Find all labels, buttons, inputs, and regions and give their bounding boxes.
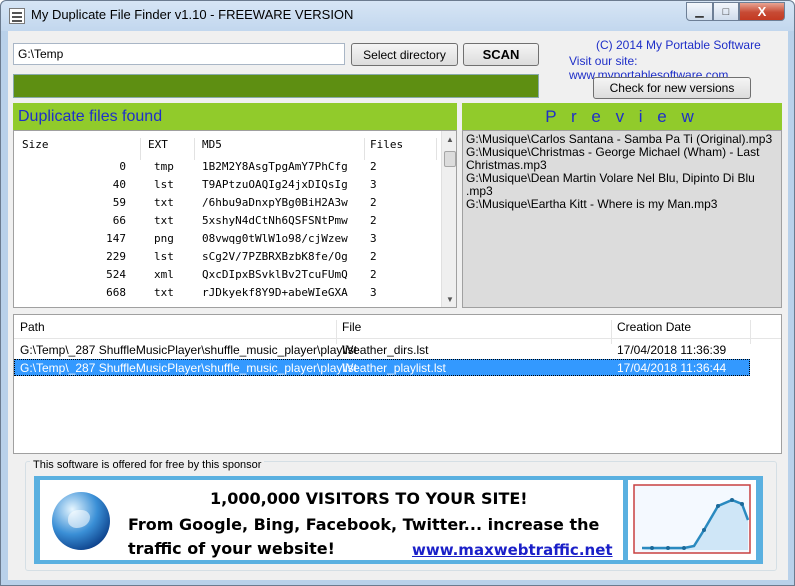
files-list[interactable]: Path File Creation Date G:\Temp\_287 Shu… [13,314,782,454]
maximize-button[interactable]: □ [713,2,739,21]
duplicate-row[interactable]: 524 xml QxcDIpxBSvklBv2TcuFUmQ 2 [14,266,440,284]
column-file[interactable]: File [342,320,361,334]
close-button[interactable]: X [739,2,785,21]
column-creation-date[interactable]: Creation Date [617,320,691,334]
preview-header: P r e v i e w [462,103,782,130]
preview-line: G:\Musique\Christmas - George Michael (W… [466,145,760,172]
window-title: My Duplicate File Finder v1.10 - FREEWAR… [31,7,354,22]
banner-text-2: traffic of your website! [128,539,335,558]
check-versions-button[interactable]: Check for new versions [593,77,751,99]
duplicates-header: Duplicate files found [13,103,457,130]
traffic-chart-icon [628,480,756,560]
banner-content: 1,000,000 VISITORS TO YOUR SITE! From Go… [40,480,623,560]
files-list-header: Path File Creation Date [14,315,781,344]
scroll-down-icon[interactable]: ▼ [442,291,456,307]
duplicate-row[interactable]: 147 png 08vwqg0tWlW1o98/cjWzew 3 [14,230,440,248]
banner-text: From Google, Bing, Facebook, Twitter... … [128,515,600,534]
copyright-text: (C) 2014 My Portable Software [596,38,761,52]
globe-icon [52,492,110,550]
duplicate-row[interactable]: 229 lst sCg2V/7PZBRXBzbK8fe/Og 2 [14,248,440,266]
preview-line: G:\Musique\Dean Martin Volare Nel Blu, D… [466,171,755,198]
app-window: My Duplicate File Finder v1.10 - FREEWAR… [0,0,795,586]
duplicate-row[interactable]: 66 txt 5xshyN4dCtNh6QSFSNtPmw 2 [14,212,440,230]
client-area: Select directory SCAN (C) 2014 My Portab… [8,31,788,580]
select-directory-button[interactable]: Select directory [351,43,458,66]
duplicate-row[interactable]: 0 tmp 1B2M2Y8AsgTpgAmY7PhCfg 2 [14,158,440,176]
file-row[interactable]: G:\Temp\_287 ShuffleMusicPlayer\shuffle_… [14,342,750,359]
column-files[interactable]: Files [370,138,403,151]
preview-box[interactable]: G:\Musique\Carlos Santana - Samba Pa Ti … [462,130,782,308]
duplicates-scrollbar[interactable]: ▲ ▼ [441,131,456,307]
title-bar[interactable]: My Duplicate File Finder v1.10 - FREEWAR… [1,1,794,31]
scroll-up-icon[interactable]: ▲ [442,131,456,147]
duplicate-row[interactable]: 59 txt /6hbu9aDnxpYBg0BiH2A3w 2 [14,194,440,212]
column-md5[interactable]: MD5 [202,138,222,151]
app-icon [9,8,25,24]
column-path[interactable]: Path [20,320,45,334]
duplicates-list-header: Size EXT MD5 Files [14,131,440,160]
duplicates-list[interactable]: Size EXT MD5 Files 0 tmp 1B2M2Y8AsgTpgAm… [13,130,457,308]
scan-button[interactable]: SCAN [463,43,539,66]
sponsor-banner[interactable]: 1,000,000 VISITORS TO YOUR SITE! From Go… [34,476,763,564]
preview-line: G:\Musique\Eartha Kitt - Where is my Man… [466,197,718,211]
sponsor-label: This software is offered for free by thi… [30,459,265,471]
file-row-selected[interactable]: G:\Temp\_287 ShuffleMusicPlayer\shuffle_… [14,359,750,376]
duplicate-row[interactable]: 668 txt rJDkyekf8Y9D+abeWIeGXA 3 [14,284,440,302]
progress-bar [13,74,539,98]
scroll-thumb[interactable] [444,151,456,167]
column-ext[interactable]: EXT [148,138,168,151]
column-size[interactable]: Size [22,138,49,151]
duplicate-row[interactable]: 40 lst T9APtzuOAQIg24jxDIQsIg 3 [14,176,440,194]
minimize-button[interactable]: ▁ [686,2,713,21]
banner-headline: 1,000,000 VISITORS TO YOUR SITE! [210,489,528,508]
banner-url-link[interactable]: www.maxwebtraffic.net [412,541,613,559]
directory-input[interactable] [13,43,345,65]
